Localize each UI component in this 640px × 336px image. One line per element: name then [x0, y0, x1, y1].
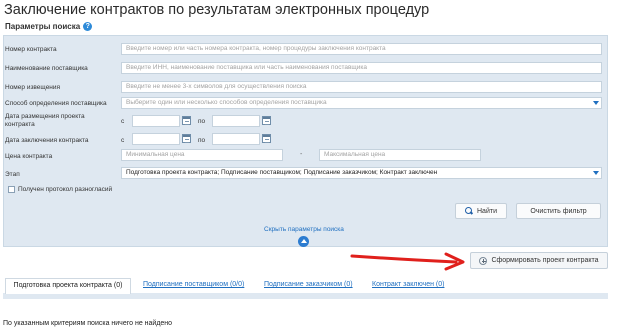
supplier-method-select[interactable]: Выберите один или несколько способов опр…: [121, 97, 602, 109]
search-params-heading: Параметры поиска ?: [5, 22, 93, 31]
conclusion-date-to-input[interactable]: [212, 133, 260, 145]
search-button-label: Найти: [477, 207, 497, 215]
supplier-method-placeholder: Выберите один или несколько способов опр…: [126, 99, 327, 106]
price-label: Цена контракта: [5, 153, 53, 160]
conclusion-date-from-label: с: [121, 137, 125, 144]
draft-date-from-input[interactable]: [132, 115, 180, 127]
hide-params-link[interactable]: Скрыть параметры поиска: [264, 226, 344, 233]
disagreement-checkbox-label: Получен протокол разногласий: [18, 186, 113, 193]
price-min-input[interactable]: Минимальная цена: [121, 149, 283, 161]
contract-number-label: Номер контракта: [5, 46, 57, 53]
stage-value: Подготовка проекта контракта; Подписание…: [126, 169, 438, 176]
draft-date-to-label: по: [198, 118, 206, 125]
calendar-icon[interactable]: [262, 116, 271, 125]
supplier-method-label: Способ определения поставщика: [5, 100, 107, 107]
chevron-down-icon[interactable]: [590, 168, 601, 178]
chevron-down-icon[interactable]: [590, 98, 601, 108]
search-icon: [465, 207, 473, 215]
annotation-arrow-icon: [350, 252, 465, 271]
draft-date-label: Дата размещения проекта контракта: [5, 113, 85, 128]
price-max-input[interactable]: Максимальная цена: [319, 149, 481, 161]
stage-label: Этап: [5, 171, 20, 178]
supplier-name-label: Наименование поставщика: [5, 65, 88, 72]
tab-draft-preparation[interactable]: Подготовка проекта контракта (0): [5, 278, 131, 294]
plus-icon: [479, 256, 488, 265]
chevron-up-icon[interactable]: [298, 236, 309, 247]
conclusion-date-label: Дата заключения контракта: [5, 137, 89, 144]
stage-select[interactable]: Подготовка проекта контракта; Подписание…: [121, 167, 602, 179]
contract-number-input[interactable]: Введите номер или часть номера контракта…: [121, 43, 602, 55]
search-params-label: Параметры поиска: [5, 22, 81, 31]
calendar-icon[interactable]: [182, 134, 191, 143]
supplier-name-input[interactable]: Введите ИНН, наименование поставщика или…: [121, 62, 602, 74]
calendar-icon[interactable]: [262, 134, 271, 143]
create-draft-contract-label: Сформировать проект контракта: [491, 257, 599, 264]
tab-customer-signing[interactable]: Подписание заказчиком (0): [264, 278, 353, 294]
page-title: Заключение контрактов по результатам эле…: [4, 2, 430, 18]
conclusion-date-from-input[interactable]: [132, 133, 180, 145]
notice-number-label: Номер извещения: [5, 84, 61, 91]
disagreement-checkbox[interactable]: [8, 186, 15, 193]
conclusion-date-to-label: по: [198, 137, 206, 144]
help-icon[interactable]: ?: [83, 22, 93, 31]
tab-contract-concluded[interactable]: Контракт заключен (0): [372, 278, 444, 294]
empty-results-message: По указанным критериям поиска ничего не …: [3, 320, 173, 327]
clear-filter-button[interactable]: Очистить фильтр: [516, 203, 601, 219]
calendar-icon[interactable]: [182, 116, 191, 125]
price-separator: -: [300, 151, 303, 158]
notice-number-input[interactable]: Введите не менее 3-х символов для осущес…: [121, 81, 602, 93]
search-button[interactable]: Найти: [455, 203, 507, 219]
draft-date-to-input[interactable]: [212, 115, 260, 127]
tab-supplier-signing[interactable]: Подписание поставщиком (0/0): [143, 278, 244, 294]
create-draft-contract-button[interactable]: Сформировать проект контракта: [470, 252, 608, 269]
draft-date-from-label: с: [121, 118, 125, 125]
